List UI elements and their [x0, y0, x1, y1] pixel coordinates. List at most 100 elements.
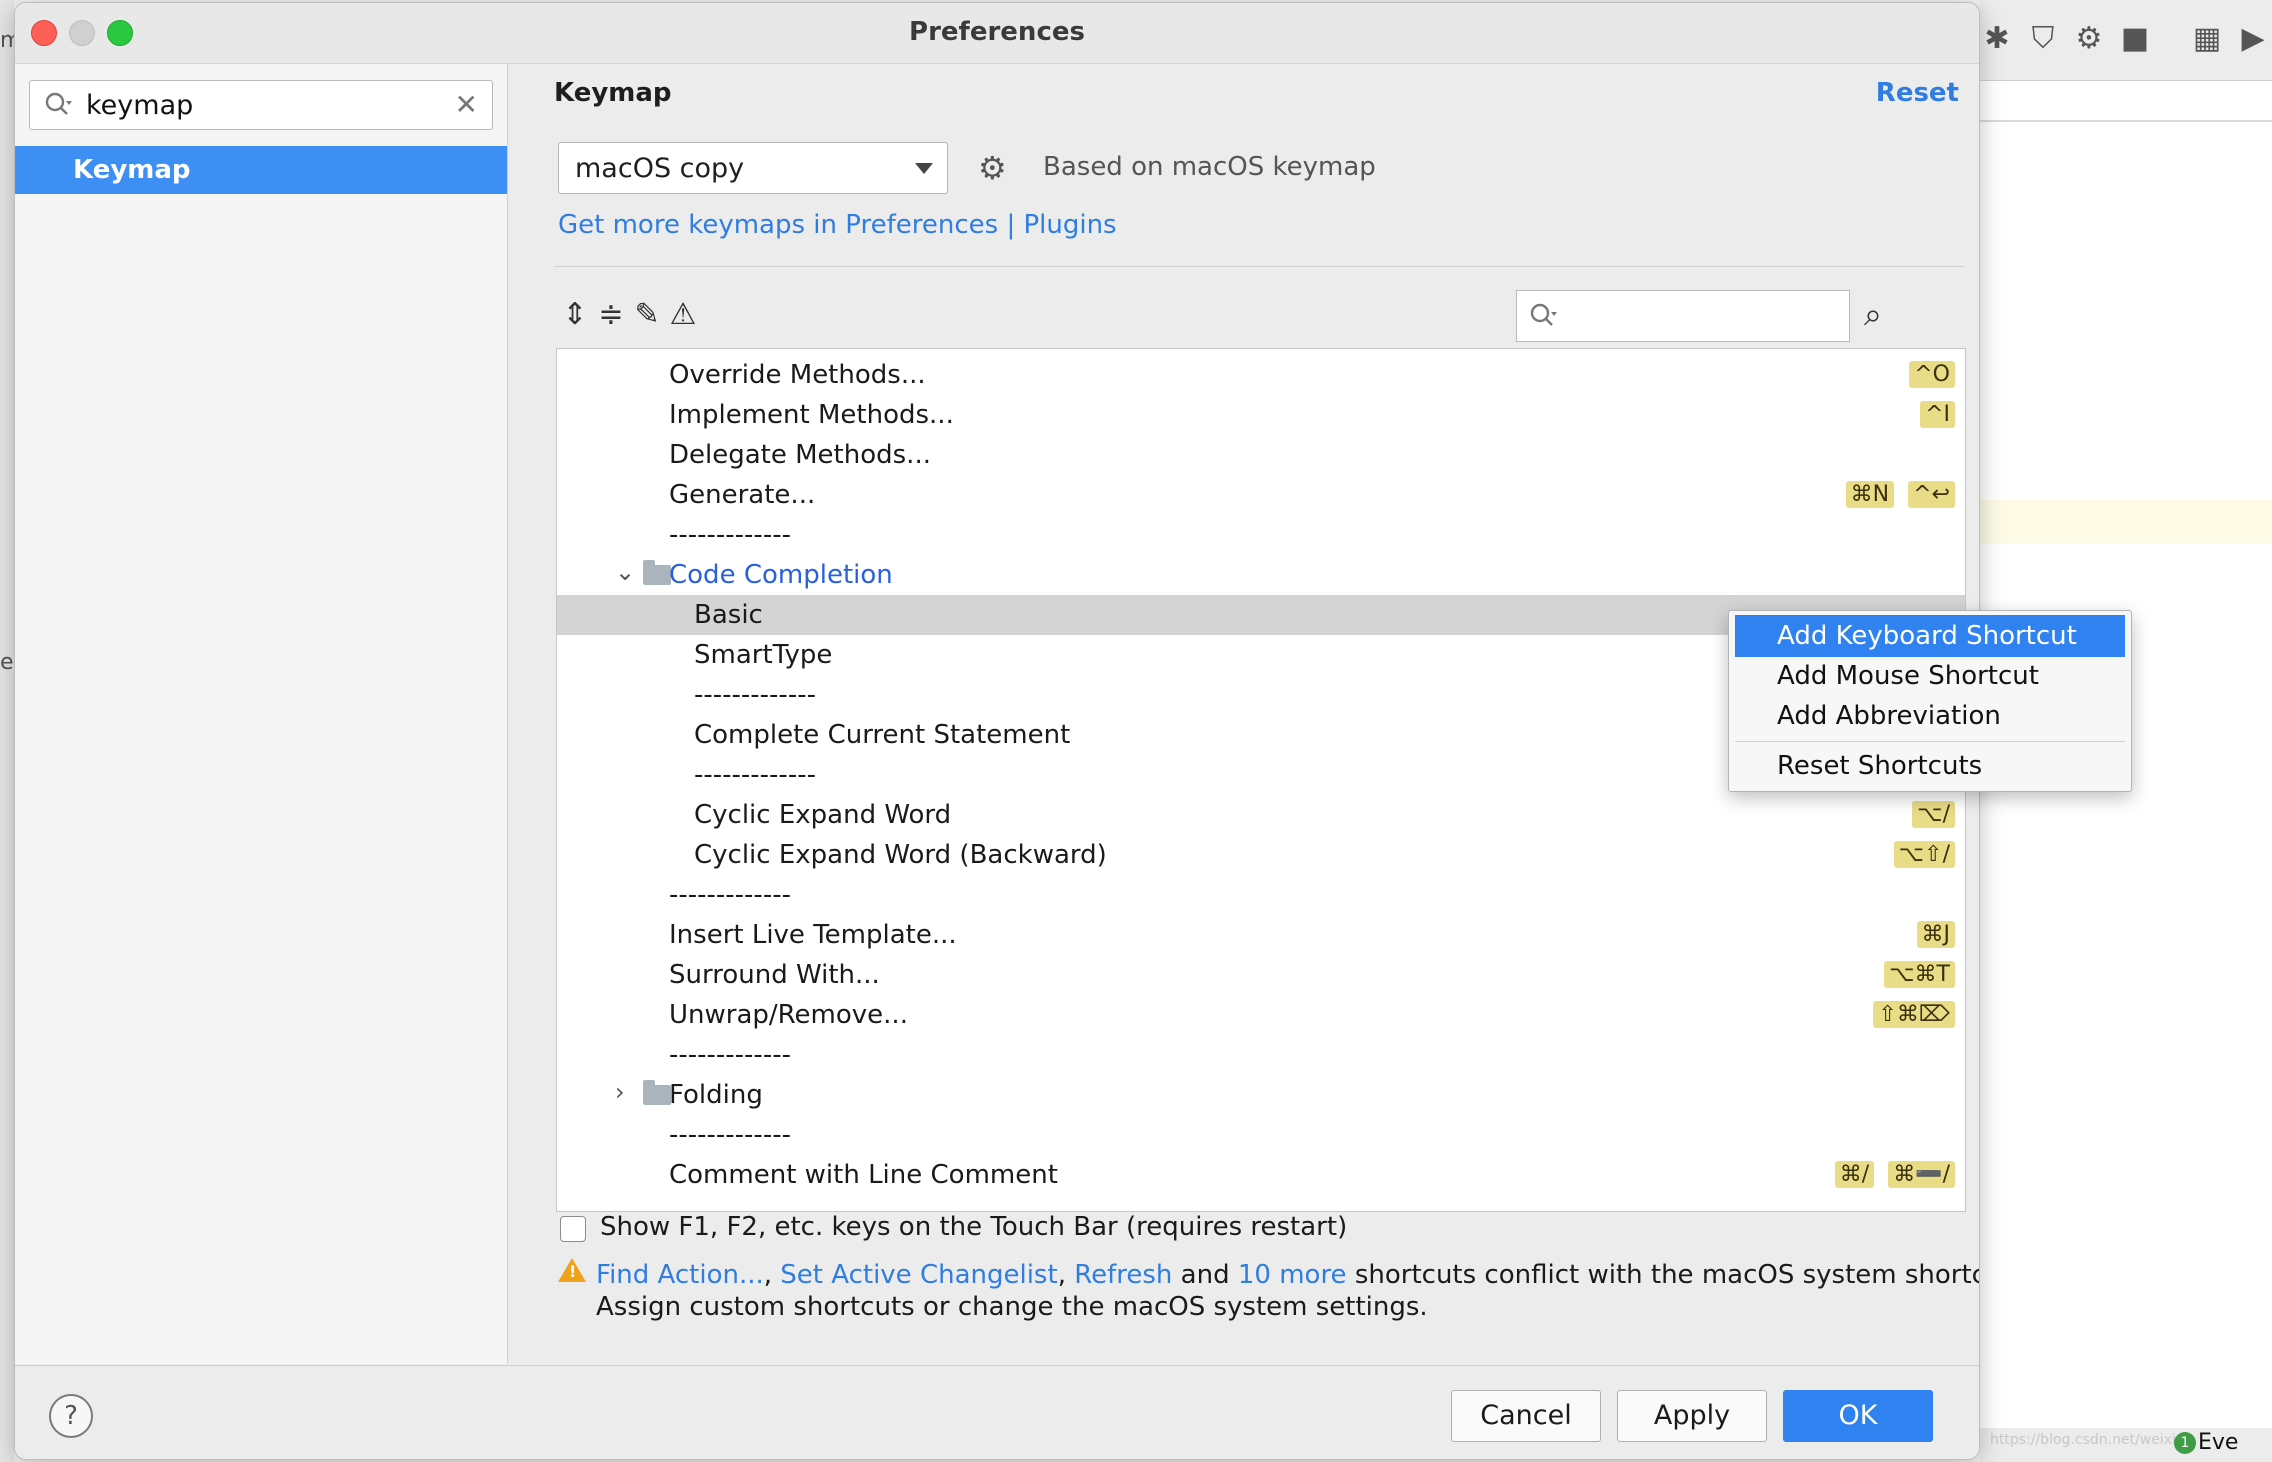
tree-row-label: Code Completion	[669, 560, 893, 590]
tree-row-label: Comment with Line Comment	[669, 1160, 1058, 1190]
run-anything-icon[interactable]: ▶	[2236, 22, 2270, 56]
tree-row[interactable]: Unwrap/Remove... ⇧⌘⌦	[557, 995, 1965, 1035]
edit-icon[interactable]: ✎	[630, 298, 664, 332]
tree-row[interactable]: -------------	[557, 1115, 1965, 1155]
tree-row[interactable]: Cyclic Expand Word (Backward) ⌥⇧/	[557, 835, 1965, 875]
cancel-button[interactable]: Cancel	[1451, 1390, 1601, 1442]
shortcut-badge: ⌥⌘T	[1884, 961, 1955, 988]
debug-icon[interactable]: ✱	[1980, 22, 2014, 56]
conflict-message: Find Action..., Set Active Changelist, R…	[596, 1260, 1979, 1290]
tree-row[interactable]: Cyclic Expand Word ⌥/	[557, 795, 1965, 835]
conflict-link-refresh[interactable]: Refresh	[1074, 1260, 1172, 1290]
gear-icon[interactable]: ⚙	[978, 152, 1007, 184]
sidebar-item-keymap[interactable]: Keymap	[15, 146, 507, 194]
ide-toolbar: ✱ ⛉ ⚙ ■ ▦ ▶	[1980, 0, 2272, 81]
menu-item-add-keyboard-shortcut[interactable]: Add Keyboard Shortcut	[1735, 615, 2125, 657]
shortcut-list: ^I	[1920, 401, 1955, 428]
conflict-separator: ,	[763, 1260, 781, 1290]
tree-row-label: Basic	[694, 600, 763, 630]
tree-row-label: Generate...	[669, 480, 816, 510]
plugins-link[interactable]: Get more keymaps in Preferences | Plugin…	[558, 210, 1117, 240]
tree-row-label: Override Methods...	[669, 360, 926, 390]
ide-left-edge: m e	[0, 0, 21, 1462]
tree-row[interactable]: Implement Methods... ^I	[557, 395, 1965, 435]
warning-filter-icon[interactable]: ⚠	[666, 298, 700, 332]
divider	[554, 266, 1964, 267]
ok-button[interactable]: OK	[1783, 1390, 1933, 1442]
action-filter-input[interactable]	[1516, 290, 1850, 342]
reset-button[interactable]: Reset	[1876, 78, 1959, 108]
tree-row[interactable]: Insert Live Template... ⌘J	[557, 915, 1965, 955]
shortcut-badge: ^I	[1920, 401, 1955, 428]
stop-icon[interactable]: ■	[2118, 22, 2152, 56]
conflict-link-changelist[interactable]: Set Active Changelist	[780, 1260, 1057, 1290]
settings-search-input[interactable]: keymap ✕	[29, 80, 493, 130]
tree-row[interactable]: ⌄ Code Completion	[557, 555, 1965, 595]
based-on-label: Based on macOS keymap	[1043, 152, 1376, 182]
window-title: Preferences	[909, 17, 1085, 47]
title-bar: Preferences	[15, 3, 1979, 64]
tree-row[interactable]: Generate... ⌘N ^↩	[557, 475, 1965, 515]
tree-row-label: Delegate Methods...	[669, 440, 931, 470]
shortcut-list: ⌥⌘T	[1884, 961, 1955, 988]
profile-icon[interactable]: ⚙	[2072, 22, 2106, 56]
conflict-separator: ,	[1057, 1260, 1075, 1290]
touchbar-checkbox[interactable]	[560, 1216, 586, 1242]
event-count-badge: 1	[2174, 1432, 2196, 1454]
clear-search-icon[interactable]: ✕	[455, 89, 478, 121]
menu-separator	[1735, 741, 2125, 742]
ide-line-highlight	[1980, 500, 2272, 544]
shortcut-badge: ⌥⇧/	[1893, 841, 1955, 868]
tree-row-label: Cyclic Expand Word	[694, 800, 952, 830]
tree-row-label: Insert Live Template...	[669, 920, 957, 950]
help-button[interactable]: ?	[49, 1394, 93, 1438]
tree-row[interactable]: -------------	[557, 1035, 1965, 1075]
tree-row[interactable]: -------------	[557, 515, 1965, 555]
menu-item-label: Add Abbreviation	[1777, 701, 2001, 731]
shortcut-list: ⌘J	[1916, 921, 1955, 948]
shortcut-list: ⇧⌘⌦	[1873, 1001, 1955, 1028]
tree-row[interactable]: -------------	[557, 875, 1965, 915]
shortcut-badge: ⌥/	[1912, 801, 1955, 828]
apply-button[interactable]: Apply	[1617, 1390, 1767, 1442]
tree-row[interactable]: › Folding	[557, 1075, 1965, 1115]
conflict-link-more[interactable]: 10 more	[1238, 1260, 1347, 1290]
chevron-right-icon[interactable]: ›	[615, 1078, 625, 1106]
tree-row-label: -------------	[669, 1040, 791, 1070]
collapse-all-icon[interactable]: ≑	[594, 298, 628, 332]
chevron-down-icon[interactable]: ⌄	[615, 558, 635, 586]
ide-divider	[1980, 120, 2272, 122]
tree-row[interactable]: Surround With... ⌥⌘T	[557, 955, 1965, 995]
shortcut-badge: ⌘➖/	[1888, 1161, 1955, 1188]
tree-row[interactable]: Comment with Line Comment ⌘/ ⌘➖/	[557, 1155, 1965, 1195]
tree-row-label: -------------	[669, 1120, 791, 1150]
tree-row-label: -------------	[669, 520, 791, 550]
shortcut-list: ⌥/	[1912, 801, 1955, 828]
tree-row[interactable]: Override Methods... ^O	[557, 355, 1965, 395]
conflict-link-find-action[interactable]: Find Action...	[596, 1260, 764, 1290]
event-log-label[interactable]: Eve	[2198, 1430, 2238, 1455]
coverage-icon[interactable]: ⛉	[2026, 22, 2060, 56]
shortcut-list: ⌘N ^↩	[1845, 481, 1955, 508]
project-structure-icon[interactable]: ▦	[2190, 22, 2224, 56]
menu-item-label: Add Keyboard Shortcut	[1777, 621, 2077, 651]
search-value: keymap	[86, 90, 194, 121]
chevron-down-icon	[915, 163, 933, 174]
tree-row-label: -------------	[694, 680, 816, 710]
conflict-and: and	[1172, 1260, 1238, 1290]
keymap-select-value: macOS copy	[575, 153, 745, 184]
menu-item-label: Reset Shortcuts	[1777, 751, 1983, 781]
menu-item-add-mouse-shortcut[interactable]: Add Mouse Shortcut	[1735, 655, 2125, 697]
tree-row-label: Cyclic Expand Word (Backward)	[694, 840, 1107, 870]
menu-item-add-abbreviation[interactable]: Add Abbreviation	[1735, 695, 2125, 737]
tree-row[interactable]: Delegate Methods...	[557, 435, 1965, 475]
shortcut-badge: ⌘N	[1845, 481, 1895, 508]
find-by-shortcut-icon[interactable]: ⌕	[1864, 296, 1882, 332]
keymap-select[interactable]: macOS copy	[558, 142, 948, 194]
shortcut-badge: ⌘/	[1834, 1161, 1875, 1188]
menu-item-reset-shortcuts[interactable]: Reset Shortcuts	[1735, 745, 2125, 787]
expand-all-icon[interactable]: ⇕	[558, 298, 592, 332]
settings-sidebar: keymap ✕ Keymap	[15, 64, 508, 1364]
shortcut-list: ^O	[1909, 361, 1955, 388]
conflict-message-line2: Assign custom shortcuts or change the ma…	[596, 1292, 1428, 1322]
